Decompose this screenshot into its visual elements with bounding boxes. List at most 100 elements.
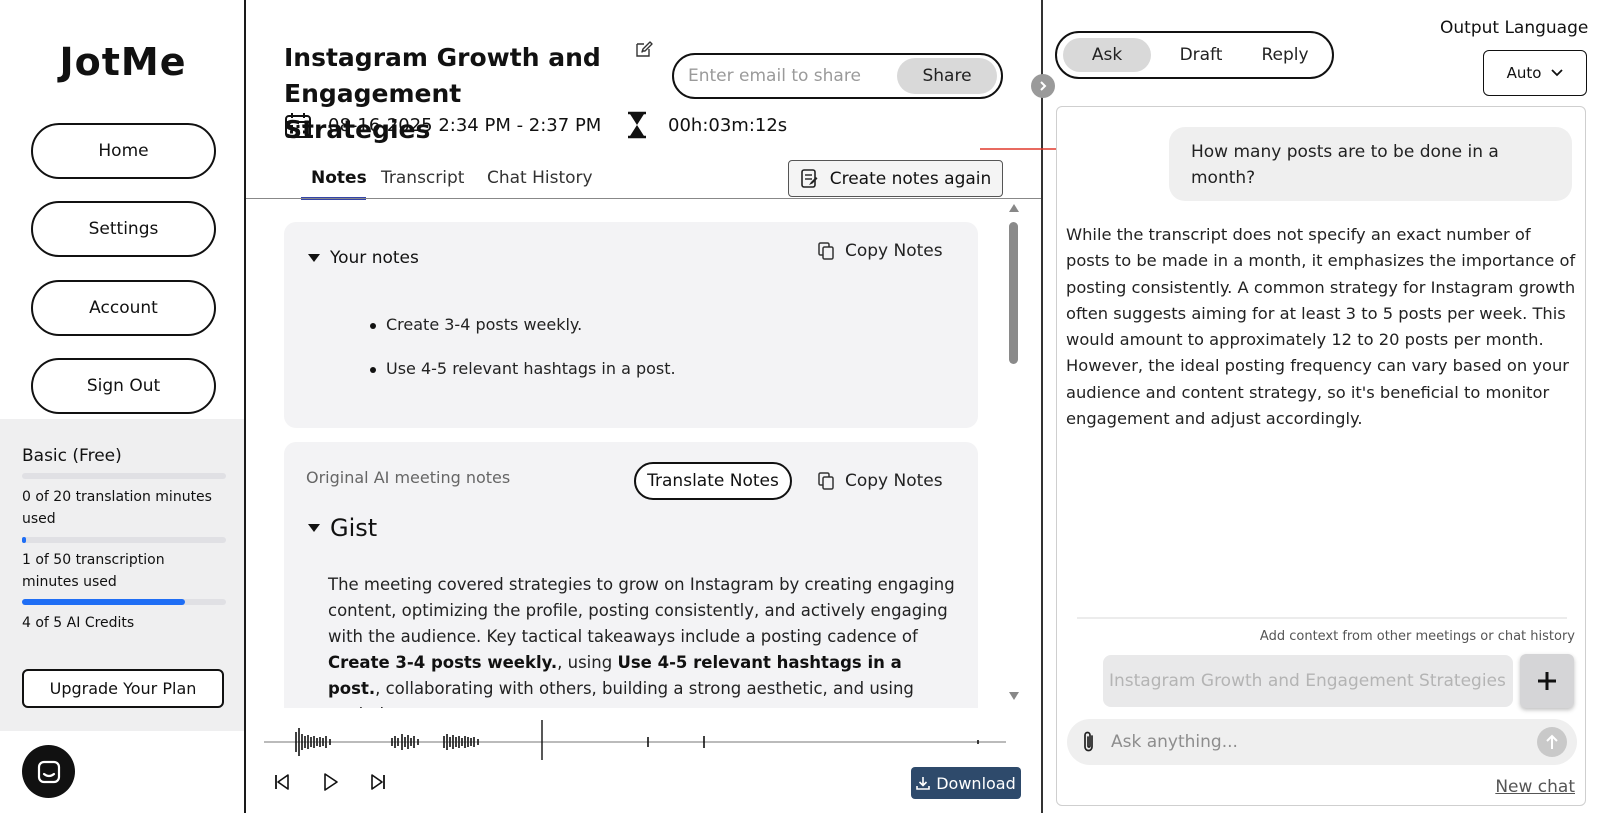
copy-ai-notes-label: Copy Notes <box>845 471 943 491</box>
meeting-date: 08-16-2025 2:34 PM - 2:37 PM <box>328 114 602 136</box>
output-language-label: Output Language <box>1440 18 1589 38</box>
gist-highlight: Create 3-4 posts weekly. <box>328 653 558 672</box>
send-button[interactable] <box>1537 727 1567 757</box>
transcription-usage-text: 1 of 50 transcription minutes used <box>22 552 165 590</box>
chat-bubble-icon <box>37 760 60 783</box>
app-window: JotMe Home Settings Account Sign Out Bas… <box>0 0 1600 813</box>
copy-icon <box>818 242 834 260</box>
context-meeting-chip[interactable]: Instagram Growth and Engagement Strategi… <box>1103 655 1513 707</box>
hourglass-icon <box>628 111 646 139</box>
ai-meeting-notes-card: Original AI meeting notes Translate Note… <box>284 442 978 708</box>
home-button[interactable]: Home <box>31 123 216 179</box>
meeting-main-panel: Instagram Growth and Engagement Strategi… <box>246 0 1043 813</box>
support-chat-button[interactable] <box>22 745 75 798</box>
gist-heading: Gist <box>330 514 378 542</box>
download-icon <box>916 777 931 790</box>
sidebar: JotMe Home Settings Account Sign Out Bas… <box>0 0 246 813</box>
create-notes-again-button[interactable]: Create notes again <box>788 160 1003 197</box>
copy-icon <box>818 472 834 490</box>
settings-button[interactable]: Settings <box>31 201 216 257</box>
notes-bullet-list: Create 3-4 posts weekly. Use 4-5 relevan… <box>370 314 676 402</box>
skip-back-button[interactable] <box>270 770 294 794</box>
share-email-input[interactable] <box>688 63 888 89</box>
translation-usage-bar <box>22 473 226 479</box>
meeting-duration: 00h:03m:12s <box>668 114 788 136</box>
tab-chat-history[interactable]: Chat History <box>487 168 593 188</box>
copy-ai-notes-button[interactable]: Copy Notes <box>818 471 943 491</box>
list-item: Use 4-5 relevant hashtags in a post. <box>370 358 676 380</box>
copy-notes-label: Copy Notes <box>845 241 943 261</box>
skip-forward-icon <box>371 774 385 790</box>
share-box: Share <box>672 53 1003 99</box>
assistant-answer: While the transcript does not specify an… <box>1066 225 1576 429</box>
app-logo: JotMe <box>59 40 187 84</box>
scroll-down-icon[interactable] <box>1009 692 1019 700</box>
transcription-usage-fill <box>22 537 27 543</box>
your-notes-label: Your notes <box>330 248 419 268</box>
sign-out-button[interactable]: Sign Out <box>31 358 216 414</box>
chat-mode-toggle: Ask Draft Reply <box>1055 31 1334 79</box>
tabs-divider <box>246 198 1041 199</box>
new-chat-link[interactable]: New chat <box>1495 777 1575 797</box>
list-item: Create 3-4 posts weekly. <box>370 314 676 336</box>
gist-toggle[interactable]: Gist <box>308 514 377 542</box>
ask-bar <box>1067 719 1577 765</box>
credits-usage-fill <box>22 599 186 605</box>
credits-usage-bar <box>22 599 226 605</box>
output-language-select[interactable]: Auto <box>1483 50 1587 96</box>
audio-waveform[interactable] <box>264 720 1006 760</box>
caret-down-icon <box>308 254 320 262</box>
download-button[interactable]: Download <box>911 767 1021 799</box>
gist-text: , collaborating with others, building a … <box>328 679 914 708</box>
chat-divider <box>1077 617 1567 619</box>
ai-notes-label: Original AI meeting notes <box>306 468 511 487</box>
your-notes-toggle[interactable]: Your notes <box>308 248 419 268</box>
notes-scrollbar[interactable] <box>1007 204 1021 704</box>
gist-paragraph: The meeting covered strategies to grow o… <box>328 572 958 708</box>
play-button[interactable] <box>318 770 342 794</box>
meeting-date-row: 08-16-2025 2:34 PM - 2:37 PM <box>284 110 601 140</box>
play-icon <box>324 773 338 791</box>
ask-input[interactable] <box>1111 729 1511 755</box>
chat-conversation: How many posts are to be done in a month… <box>1056 106 1586 806</box>
skip-forward-button[interactable] <box>366 770 390 794</box>
notes-icon <box>800 168 818 188</box>
plan-usage-panel: Basic (Free) 0 of 20 translation minutes… <box>0 419 244 731</box>
download-label: Download <box>936 773 1016 793</box>
mode-ask-tab[interactable]: Ask <box>1063 38 1151 72</box>
your-notes-card: Your notes Copy Notes Create 3-4 posts w… <box>284 222 978 428</box>
transcription-usage-bar <box>22 537 226 543</box>
chevron-right-icon <box>1040 81 1047 91</box>
plan-title: Basic (Free) <box>22 446 122 466</box>
skip-back-icon <box>275 774 289 790</box>
chevron-down-icon <box>1551 69 1564 77</box>
calendar-icon <box>285 113 311 138</box>
copy-notes-button[interactable]: Copy Notes <box>818 241 943 261</box>
gist-text: The meeting covered strategies to grow o… <box>328 575 955 646</box>
tab-transcript[interactable]: Transcript <box>381 168 464 188</box>
plus-icon <box>1538 672 1556 690</box>
collapse-panel-button[interactable] <box>1031 74 1055 98</box>
context-hint: Add context from other meetings or chat … <box>1259 629 1575 644</box>
add-context-button[interactable] <box>1520 654 1574 708</box>
create-notes-again-label: Create notes again <box>829 168 992 189</box>
share-button[interactable]: Share <box>897 58 997 94</box>
translation-usage-text: 0 of 20 translation minutes used <box>22 489 212 527</box>
scrollbar-thumb[interactable] <box>1009 222 1018 364</box>
arrow-up-icon <box>1546 734 1558 749</box>
mode-reply-tab[interactable]: Reply <box>1241 38 1329 72</box>
credits-usage-text: 4 of 5 AI Credits <box>22 615 135 631</box>
meeting-duration-row: 00h:03m:12s <box>626 110 787 140</box>
caret-down-icon <box>308 524 320 532</box>
output-language-value: Auto <box>1506 64 1542 82</box>
upgrade-plan-button[interactable]: Upgrade Your Plan <box>22 669 224 708</box>
gist-text: , using <box>557 653 618 672</box>
mode-draft-tab[interactable]: Draft <box>1157 38 1245 72</box>
edit-title-icon[interactable] <box>634 39 654 63</box>
account-button[interactable]: Account <box>31 280 216 336</box>
scroll-up-icon[interactable] <box>1009 204 1019 212</box>
tab-notes[interactable]: Notes <box>311 168 367 188</box>
paperclip-icon[interactable] <box>1081 730 1097 758</box>
user-message-bubble: How many posts are to be done in a month… <box>1169 127 1572 201</box>
translate-notes-button[interactable]: Translate Notes <box>634 462 792 500</box>
